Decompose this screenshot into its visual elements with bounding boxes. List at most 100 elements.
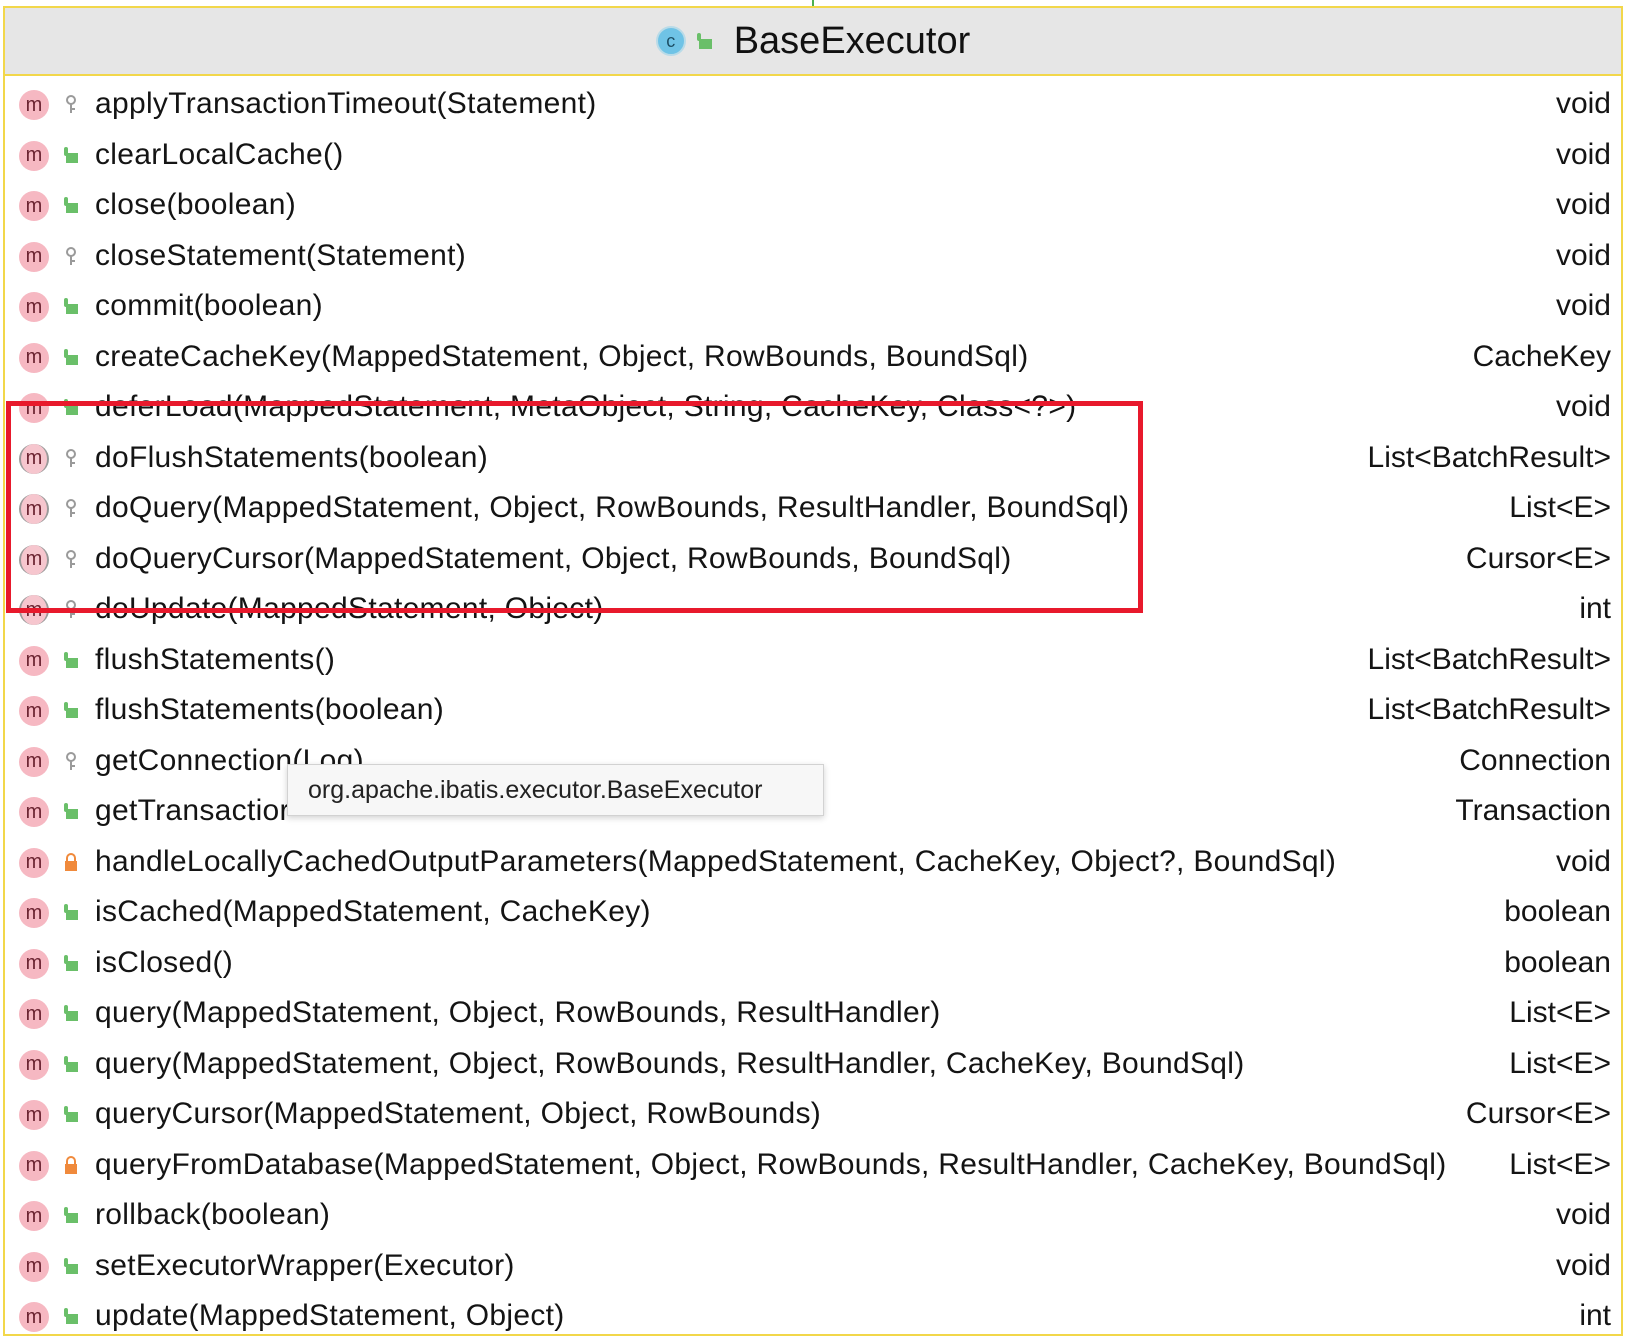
return-type: Cursor<E> <box>1465 541 1611 575</box>
return-type: void <box>1555 844 1611 878</box>
return-type: List<BatchResult> <box>1367 440 1611 474</box>
method-icon: m <box>19 1049 49 1080</box>
method-icon: m <box>19 898 49 928</box>
public-visibility-icon <box>64 399 78 415</box>
method-icon: m <box>19 1302 49 1332</box>
method-signature: update(MappedStatement, Object) <box>95 1299 565 1333</box>
method-signature: closeStatement(Statement) <box>95 238 467 272</box>
return-type: void <box>1555 188 1611 222</box>
public-visibility-icon <box>64 1257 78 1274</box>
method-row[interactable]: m queryCursor(MappedStatement, Object, Ro… <box>5 1089 1621 1140</box>
public-visibility-icon <box>64 348 78 365</box>
method-signature: commit(boolean) <box>95 289 323 323</box>
method-row[interactable]: m doFlushStatements(boolean) List<BatchRes… <box>5 433 1621 484</box>
method-signature: doQueryCursor(MappedStatement, Object, R… <box>95 541 1012 575</box>
return-type: boolean <box>1504 895 1611 929</box>
public-visibility-icon <box>64 1106 78 1122</box>
method-signature: applyTransactionTimeout(Statement) <box>95 87 597 121</box>
method-icon: m <box>19 1201 49 1231</box>
method-signature: flushStatements() <box>95 642 336 676</box>
method-icon: m <box>19 797 49 827</box>
method-signature: deferLoad(MappedStatement, MetaObject, S… <box>95 390 1077 424</box>
method-row[interactable]: m doQueryCursor(MappedStatement, Object, … <box>5 534 1621 585</box>
class-title: BaseExecutor <box>733 19 971 62</box>
private-visibility-icon <box>65 852 77 871</box>
method-row[interactable]: m applyTransactionTimeout(Statement) void <box>5 79 1621 130</box>
return-type: Cursor<E> <box>1465 1097 1611 1131</box>
method-row[interactable]: m clearLocalCache() void <box>5 130 1621 181</box>
method-list: m applyTransactionTimeout(Statement) void m… <box>5 76 1621 1342</box>
protected-visibility-icon <box>66 751 76 770</box>
method-icon: m <box>19 140 49 171</box>
return-type: void <box>1555 390 1611 424</box>
method-signature: isCached(MappedStatement, CacheKey) <box>95 895 651 929</box>
protected-visibility-icon <box>66 499 76 517</box>
public-visibility-icon <box>64 1055 78 1072</box>
method-row[interactable]: m setExecutorWrapper(Executor) void <box>5 1241 1621 1292</box>
method-row[interactable]: m close(boolean) void <box>5 180 1621 231</box>
method-icon: m <box>19 393 49 423</box>
method-signature: setExecutorWrapper(Executor) <box>95 1248 515 1282</box>
method-icon: m <box>19 1100 49 1130</box>
public-visibility-icon <box>64 651 78 668</box>
method-icon: m <box>19 292 49 322</box>
method-icon: m <box>19 494 49 524</box>
method-icon: m <box>19 696 49 726</box>
method-signature: doFlushStatements(boolean) <box>95 440 489 474</box>
public-visibility-icon <box>64 1005 78 1021</box>
public-visibility-icon <box>64 1308 78 1324</box>
method-row[interactable]: m isClosed() boolean <box>5 938 1621 989</box>
method-signature: getTransactior <box>95 794 290 828</box>
method-row[interactable]: m rollback(boolean) void <box>5 1190 1621 1241</box>
method-icon: m <box>19 241 49 272</box>
public-visibility-icon <box>64 702 78 718</box>
method-row[interactable]: m flushStatements() List<BatchResult> <box>5 635 1621 686</box>
method-icon: m <box>19 443 49 474</box>
method-row[interactable]: m commit(boolean) void <box>5 281 1621 332</box>
method-signature: doQuery(MappedStatement, Object, RowBoun… <box>95 491 1130 525</box>
private-visibility-icon <box>65 1155 77 1174</box>
return-type: void <box>1555 87 1611 121</box>
method-row[interactable]: m update(MappedStatement, Object) int <box>5 1291 1621 1342</box>
method-signature: isClosed() <box>95 945 234 979</box>
method-signature: queryFromDatabase(MappedStatement, Objec… <box>95 1147 1447 1181</box>
method-signature: rollback(boolean) <box>95 1198 331 1232</box>
return-type: List<BatchResult> <box>1367 642 1611 676</box>
tooltip-text: org.apache.ibatis.executor.BaseExecutor <box>308 775 763 804</box>
class-header[interactable]: c BaseExecutor <box>5 8 1621 76</box>
method-row[interactable]: m doUpdate(MappedStatement, Object) int <box>5 584 1621 635</box>
protected-visibility-icon <box>66 549 76 568</box>
public-visibility-icon <box>64 954 78 971</box>
method-row[interactable]: m isCached(MappedStatement, CacheKey) bool… <box>5 887 1621 938</box>
method-row[interactable]: m createCacheKey(MappedStatement, Object,… <box>5 332 1621 383</box>
return-type: void <box>1555 1198 1611 1232</box>
method-row[interactable]: m query(MappedStatement, Object, RowBound… <box>5 988 1621 1039</box>
return-type: void <box>1555 289 1611 323</box>
method-row[interactable]: m handleLocallyCachedOutputParameters(Map… <box>5 837 1621 888</box>
method-row[interactable]: m doQuery(MappedStatement, Object, RowBou… <box>5 483 1621 534</box>
method-row[interactable]: m deferLoad(MappedStatement, MetaObject, … <box>5 382 1621 433</box>
method-row[interactable]: m flushStatements(boolean) List<BatchResul… <box>5 685 1621 736</box>
method-icon: m <box>19 999 49 1029</box>
return-type: CacheKey <box>1472 339 1611 373</box>
return-type: List<E> <box>1509 491 1611 525</box>
return-type: boolean <box>1504 945 1611 979</box>
return-type: void <box>1555 1248 1611 1282</box>
protected-visibility-icon <box>66 95 76 113</box>
uml-class-box[interactable]: c BaseExecutor m applyTransactionTimeout(… <box>3 6 1623 1336</box>
method-icon: m <box>19 595 49 625</box>
return-type: List<E> <box>1509 1046 1611 1080</box>
class-icon: c <box>655 26 686 56</box>
protected-visibility-icon <box>66 448 76 467</box>
method-row[interactable]: m query(MappedStatement, Object, RowBound… <box>5 1039 1621 1090</box>
method-row[interactable]: m closeStatement(Statement) void <box>5 231 1621 282</box>
public-visibility-icon <box>64 803 78 819</box>
return-type: Connection <box>1459 743 1611 777</box>
method-row[interactable]: m queryFromDatabase(MappedStatement, Obje… <box>5 1140 1621 1191</box>
method-icon: m <box>19 544 49 575</box>
public-visibility-icon <box>64 1207 78 1223</box>
method-icon: m <box>19 1251 49 1282</box>
method-signature: flushStatements(boolean) <box>95 693 445 727</box>
return-type: void <box>1555 137 1611 171</box>
method-icon: m <box>19 90 49 120</box>
